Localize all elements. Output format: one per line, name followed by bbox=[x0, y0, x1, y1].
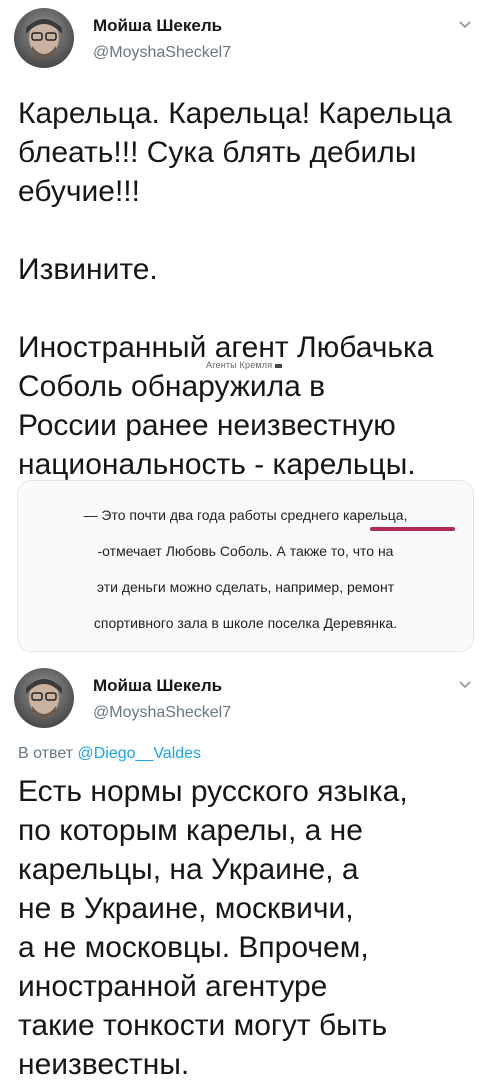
chevron-down-icon[interactable] bbox=[458, 677, 472, 693]
tweet-1: Мойша Шекель @MoyshaSheckel7 Карельца. К… bbox=[0, 0, 487, 481]
text-line: России ранее неизвестную bbox=[18, 409, 396, 442]
text-line: блеать!!! Сука блять дебилы bbox=[18, 136, 417, 169]
text-line: такие тонкости могут быть bbox=[18, 1009, 388, 1042]
tweet-text: Есть нормы русского языка, по которым ка… bbox=[18, 772, 408, 1084]
reply-context: В ответ @Diego__Valdes bbox=[18, 745, 201, 763]
tweet-2: Мойша Шекель @MoyshaSheckel7 В ответ @Di… bbox=[0, 660, 487, 1081]
text-line: неизвестны. bbox=[18, 1048, 190, 1081]
reply-prefix: В ответ bbox=[18, 745, 74, 762]
overlay-caption: Агенты Кремля bbox=[206, 360, 283, 370]
author-handle[interactable]: @MoyshaSheckel7 bbox=[93, 44, 231, 62]
chevron-down-icon[interactable] bbox=[458, 17, 472, 33]
quoted-image-card[interactable]: — Это почти два года работы среднего кар… bbox=[17, 480, 474, 652]
avatar[interactable] bbox=[14, 668, 74, 728]
author-name[interactable]: Мойша Шекель bbox=[93, 676, 222, 696]
author-name[interactable]: Мойша Шекель bbox=[93, 16, 222, 36]
text-line: иностранной агентуре bbox=[18, 970, 328, 1003]
text-line: по которым карелы, а не bbox=[18, 814, 363, 847]
text-line: Соболь обнаружила в bbox=[18, 370, 326, 403]
avatar[interactable] bbox=[14, 8, 74, 68]
text-line: ебучие!!! bbox=[18, 175, 140, 208]
avatar-portrait-icon bbox=[26, 19, 62, 59]
quote-line: спортивного зала в школе поселка Деревян… bbox=[93, 615, 398, 631]
quote-line: -отмечает Любовь Соболь. А также то, что… bbox=[97, 543, 394, 559]
highlight-underline bbox=[370, 527, 455, 531]
text-line: Карельца. Карельца! Карельца bbox=[18, 97, 452, 130]
paragraph-1: Карельца. Карельца! Карельца блеать!!! С… bbox=[18, 94, 452, 211]
author-handle[interactable]: @MoyshaSheckel7 bbox=[93, 704, 231, 722]
text-line: национальность - карельцы. bbox=[18, 448, 416, 481]
quote-line: — Это почти два года работы среднего кар… bbox=[83, 507, 408, 523]
text-line: Извините. bbox=[18, 253, 158, 286]
paragraph-3: Иностранный агент Любачька Соболь обнару… bbox=[18, 328, 452, 484]
tweet-text: Карельца. Карельца! Карельца блеать!!! С… bbox=[18, 94, 452, 484]
quote-line: эти деньги можно сделать, например, ремо… bbox=[96, 579, 395, 595]
text-line: не в Украине, москвичи, bbox=[18, 892, 354, 925]
reply-mention-link[interactable]: @Diego__Valdes bbox=[77, 745, 201, 762]
text-line: Есть нормы русского языка, bbox=[18, 775, 408, 808]
text-line: а не московцы. Впрочем, bbox=[18, 931, 369, 964]
paragraph-2: Извините. bbox=[18, 250, 452, 289]
avatar-portrait-icon bbox=[26, 679, 62, 719]
text-line: карельцы, на Украине, а bbox=[18, 853, 359, 886]
